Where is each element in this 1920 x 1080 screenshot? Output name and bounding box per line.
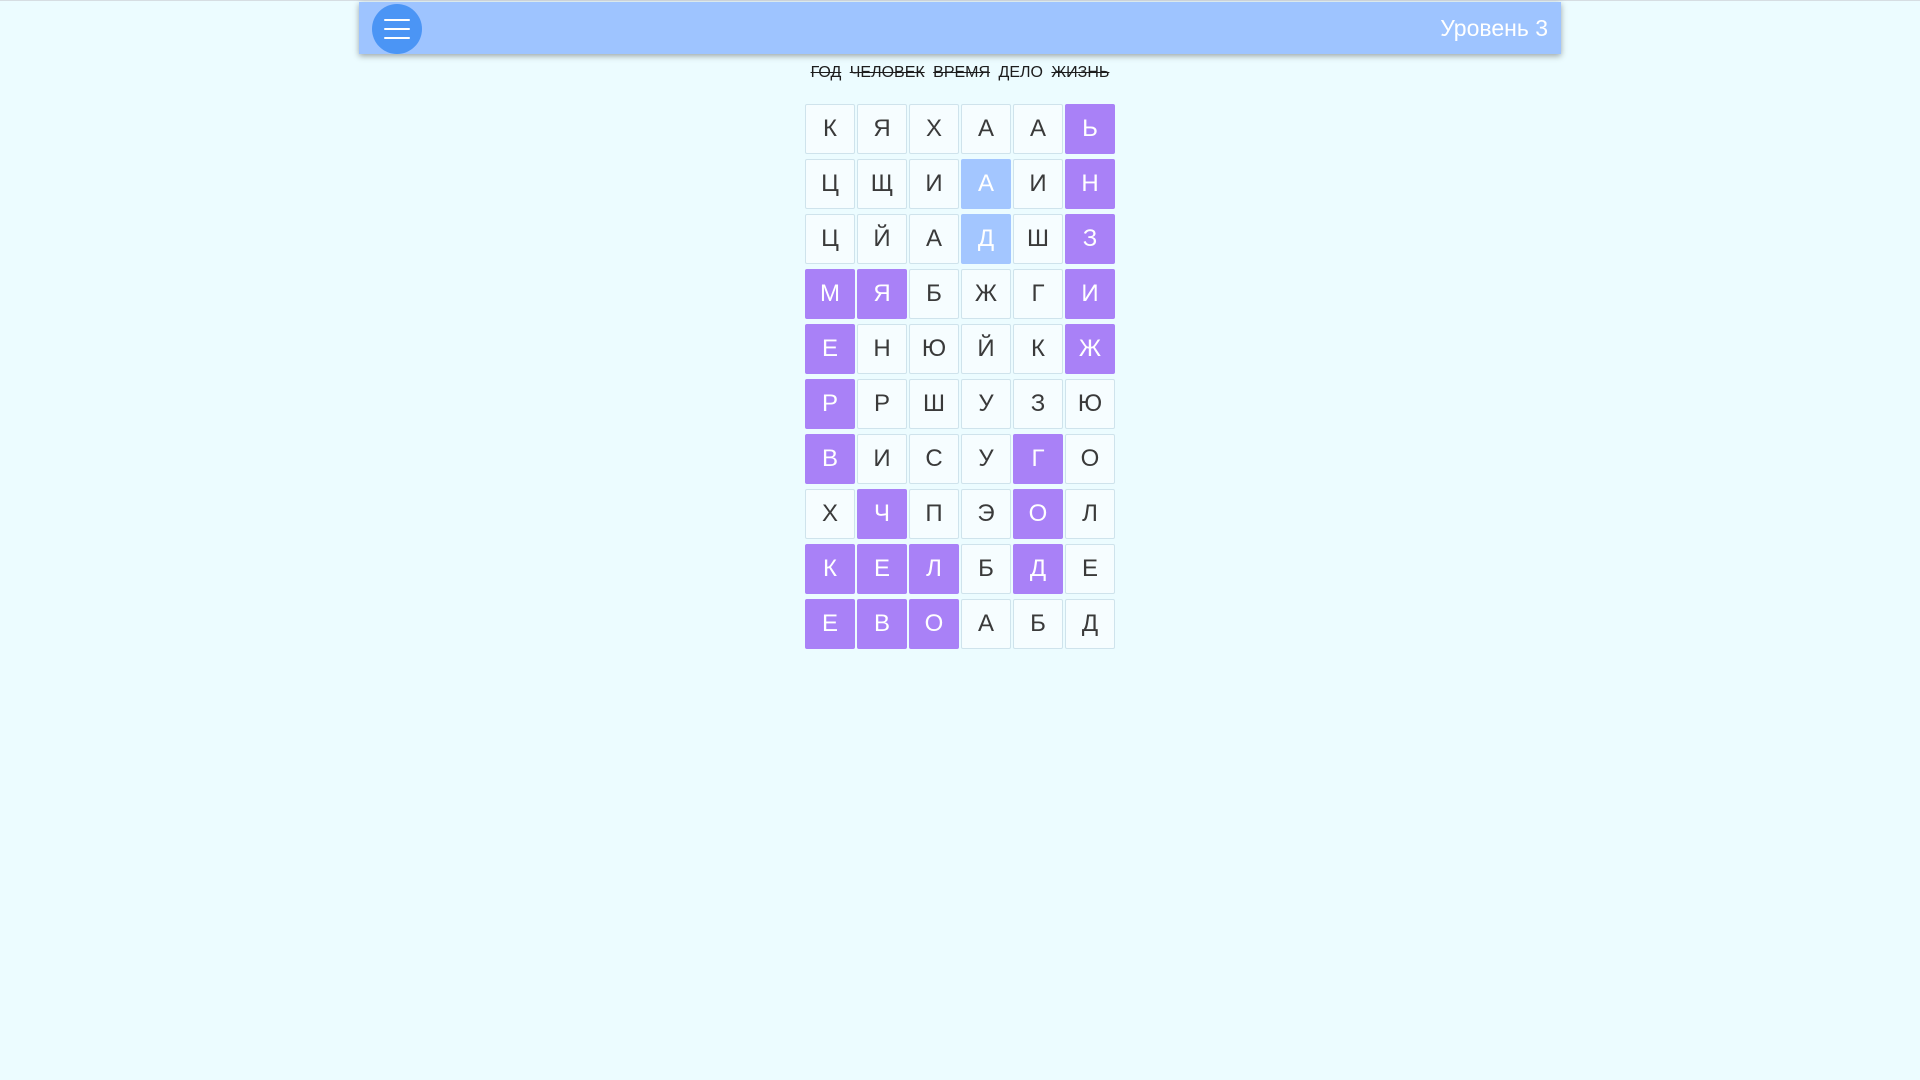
letter-cell[interactable]: Д <box>961 214 1011 264</box>
level-label: Уровень 3 <box>1440 15 1548 41</box>
letter-cell[interactable]: Ю <box>1065 379 1115 429</box>
letter-cell[interactable]: И <box>1065 269 1115 319</box>
letter-cell[interactable]: Ж <box>961 269 1011 319</box>
letter-cell[interactable]: Ж <box>1065 324 1115 374</box>
letter-cell[interactable]: В <box>857 599 907 649</box>
letter-cell[interactable]: Л <box>1065 489 1115 539</box>
letter-cell[interactable]: З <box>1013 379 1063 429</box>
letter-cell[interactable]: Л <box>909 544 959 594</box>
letter-cell[interactable]: У <box>961 379 1011 429</box>
letter-cell[interactable]: Б <box>1013 599 1063 649</box>
letter-cell[interactable]: Ю <box>909 324 959 374</box>
letter-cell[interactable]: Г <box>1013 269 1063 319</box>
letter-cell[interactable]: И <box>1013 159 1063 209</box>
letter-cell[interactable]: Я <box>857 104 907 154</box>
letter-cell[interactable]: Ш <box>909 379 959 429</box>
letter-cell[interactable]: Й <box>961 324 1011 374</box>
letter-cell[interactable]: К <box>805 104 855 154</box>
hamburger-menu-icon-line <box>384 28 410 30</box>
letter-cell[interactable]: Р <box>805 379 855 429</box>
letter-cell[interactable]: О <box>1013 489 1063 539</box>
letter-cell[interactable]: К <box>1013 324 1063 374</box>
letter-cell[interactable]: Н <box>857 324 907 374</box>
letter-cell[interactable]: А <box>1013 104 1063 154</box>
hamburger-menu-icon-line <box>384 37 410 39</box>
letter-cell[interactable]: Й <box>857 214 907 264</box>
letter-grid: КЯХААЬЦЩИАИНЦЙАДШЗМЯБЖГИЕНЮЙКЖРРШУЗЮВИСУ… <box>805 104 1115 649</box>
letter-cell[interactable]: Ч <box>857 489 907 539</box>
letter-cell[interactable]: Е <box>1065 544 1115 594</box>
letter-cell[interactable]: Д <box>1013 544 1063 594</box>
letter-cell[interactable]: Х <box>805 489 855 539</box>
letter-cell[interactable]: И <box>857 434 907 484</box>
letter-cell[interactable]: Д <box>1065 599 1115 649</box>
letter-cell[interactable]: У <box>961 434 1011 484</box>
app-root: Уровень 3 ГОД ЧЕЛОВЕК ВРЕМЯ ДЕЛО ЖИЗНЬ К… <box>0 0 1920 1080</box>
letter-cell[interactable]: Е <box>805 599 855 649</box>
top-bar: Уровень 3 <box>359 2 1561 54</box>
word-list: ГОД ЧЕЛОВЕК ВРЕМЯ ДЕЛО ЖИЗНЬ <box>0 64 1920 82</box>
letter-cell[interactable]: О <box>909 599 959 649</box>
letter-cell[interactable]: Г <box>1013 434 1063 484</box>
letter-cell[interactable]: Х <box>909 104 959 154</box>
letter-cell[interactable]: А <box>961 599 1011 649</box>
letter-cell[interactable]: Э <box>961 489 1011 539</box>
letter-cell[interactable]: З <box>1065 214 1115 264</box>
letter-cell[interactable]: М <box>805 269 855 319</box>
letter-cell[interactable]: Б <box>909 269 959 319</box>
hamburger-menu-icon <box>384 19 410 21</box>
letter-cell[interactable]: А <box>909 214 959 264</box>
letter-cell[interactable]: В <box>805 434 855 484</box>
letter-cell[interactable]: И <box>909 159 959 209</box>
letter-cell[interactable]: П <box>909 489 959 539</box>
letter-cell[interactable]: С <box>909 434 959 484</box>
letter-cell[interactable]: Ц <box>805 159 855 209</box>
letter-cell[interactable]: К <box>805 544 855 594</box>
word-item: ВРЕМЯ <box>933 64 991 81</box>
letter-cell[interactable]: Ц <box>805 214 855 264</box>
letter-cell[interactable]: А <box>961 159 1011 209</box>
letter-cell[interactable]: Р <box>857 379 907 429</box>
word-item: ДЕЛО <box>998 64 1043 81</box>
letter-cell[interactable]: Б <box>961 544 1011 594</box>
menu-button[interactable] <box>372 4 422 54</box>
letter-cell[interactable]: Е <box>805 324 855 374</box>
letter-cell[interactable]: Я <box>857 269 907 319</box>
letter-cell[interactable]: Е <box>857 544 907 594</box>
letter-cell[interactable]: А <box>961 104 1011 154</box>
letter-cell[interactable]: О <box>1065 434 1115 484</box>
word-item: ГОД <box>810 64 842 81</box>
letter-cell[interactable]: Н <box>1065 159 1115 209</box>
letter-cell[interactable]: Ш <box>1013 214 1063 264</box>
letter-cell[interactable]: Ь <box>1065 104 1115 154</box>
letter-cell[interactable]: Щ <box>857 159 907 209</box>
word-item: ЖИЗНЬ <box>1051 64 1110 81</box>
word-item: ЧЕЛОВЕК <box>849 64 925 81</box>
